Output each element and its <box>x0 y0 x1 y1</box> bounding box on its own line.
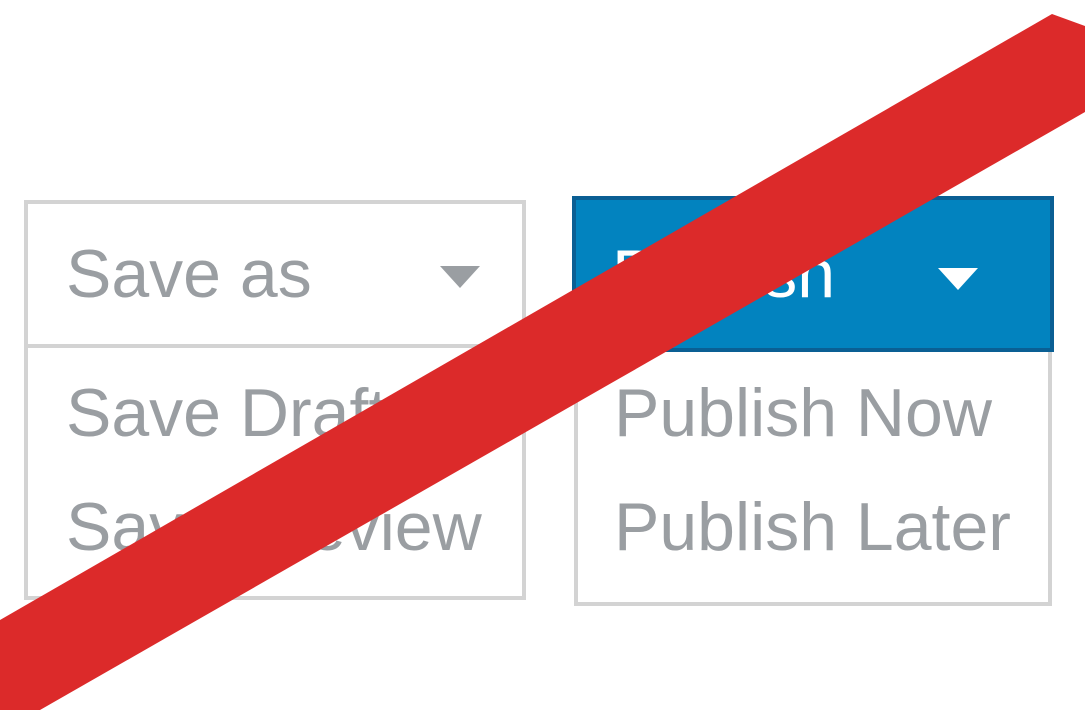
publish-menu: Publish Now Publish Later <box>574 352 1052 606</box>
save-as-dropdown: Save as Save Draft Save Preview <box>24 200 526 600</box>
publish-label: Publish <box>612 236 836 312</box>
save-as-menu: Save Draft Save Preview <box>24 348 526 600</box>
dropdown-comparison: Save as Save Draft Save Preview Publish … <box>0 0 1085 714</box>
menu-item-publish-later[interactable]: Publish Later <box>614 470 1048 584</box>
menu-item-save-draft[interactable]: Save Draft <box>66 356 522 470</box>
save-as-button[interactable]: Save as <box>24 200 526 348</box>
menu-item-publish-now[interactable]: Publish Now <box>614 356 1048 470</box>
publish-button[interactable]: Publish <box>572 196 1054 352</box>
publish-dropdown: Publish Publish Now Publish Later <box>572 196 1054 606</box>
caret-down-icon <box>440 266 480 288</box>
save-as-label: Save as <box>66 236 312 312</box>
menu-item-save-preview[interactable]: Save Preview <box>66 470 522 584</box>
caret-down-icon <box>938 268 978 290</box>
